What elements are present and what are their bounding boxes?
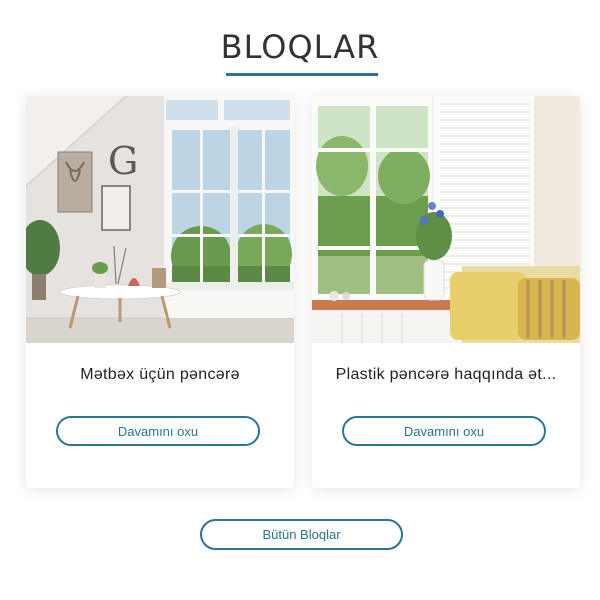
- blog-card[interactable]: Plastik pəncərə haqqında ət... Davamını …: [312, 96, 580, 488]
- blog-card-title[interactable]: Mətbəx üçün pəncərə: [36, 366, 284, 384]
- svg-text:G: G: [108, 139, 138, 183]
- blog-card-image[interactable]: [312, 96, 580, 343]
- section-title: BLOQLAR: [220, 28, 380, 66]
- blog-card-title[interactable]: Plastik pəncərə haqqında ət...: [322, 366, 570, 384]
- blog-card-image[interactable]: G: [26, 96, 294, 343]
- read-more-button[interactable]: Davamını oxu: [56, 416, 260, 446]
- read-more-button[interactable]: Davamını oxu: [342, 416, 546, 446]
- title-underline: [226, 73, 378, 76]
- all-blogs-button[interactable]: Bütün Bloqlar: [200, 519, 403, 550]
- blog-card[interactable]: G Mətbəx üçün pəncərə Davamını oxu: [26, 96, 294, 488]
